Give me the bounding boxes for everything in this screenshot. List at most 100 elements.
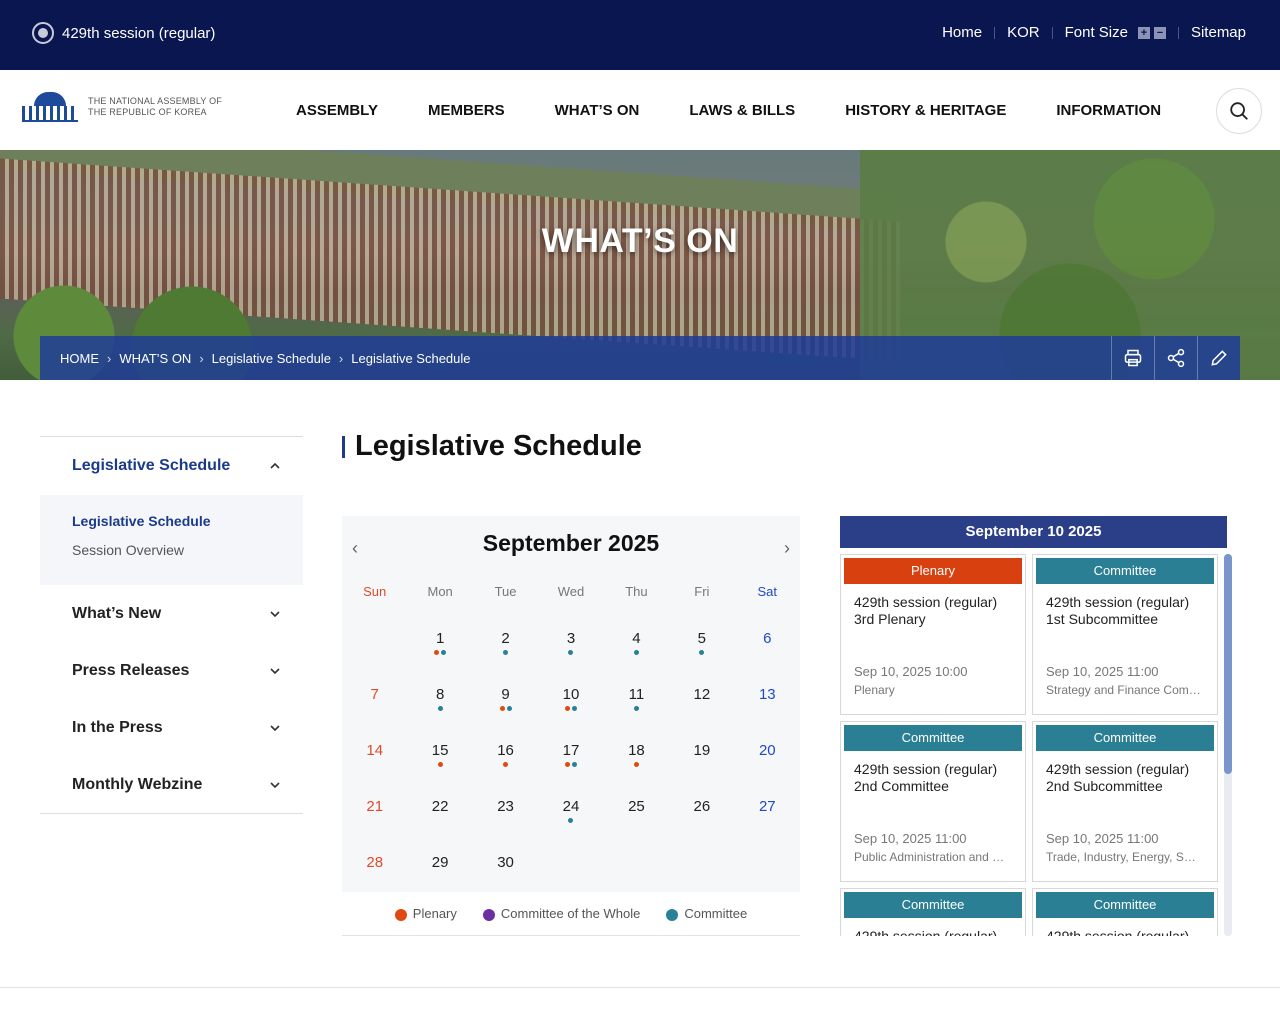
- event-dots: [473, 874, 538, 880]
- side-item-label: Press Releases: [72, 661, 190, 679]
- day-number: 14: [366, 742, 384, 759]
- font-size-controls: + −: [1136, 26, 1166, 39]
- side-item-press-releases[interactable]: Press Releases: [40, 642, 303, 699]
- scrollbar-thumb[interactable]: [1224, 554, 1232, 774]
- committee-dot: [568, 818, 574, 823]
- sub-item-legislative-schedule[interactable]: Legislative Schedule: [72, 513, 271, 542]
- calendar-day[interactable]: 3: [538, 616, 603, 672]
- schedule-card[interactable]: Committee 429th session (regular): [840, 888, 1026, 936]
- share-button[interactable]: [1154, 336, 1197, 380]
- event-dots: [604, 762, 669, 768]
- font-increase-button[interactable]: +: [1137, 26, 1150, 39]
- calendar-day[interactable]: 30: [473, 840, 538, 896]
- calendar-day[interactable]: 11: [604, 672, 669, 728]
- breadcrumb-legislative-schedule[interactable]: Legislative Schedule: [212, 351, 331, 366]
- calendar-day[interactable]: 15: [407, 728, 472, 784]
- language-link[interactable]: KOR: [1007, 24, 1040, 41]
- schedule-scrollbar[interactable]: [1224, 554, 1232, 936]
- nav-laws-bills[interactable]: LAWS & BILLS: [689, 102, 795, 119]
- weekday-label: Tue: [494, 584, 517, 599]
- hero-title: WHAT’S ON: [541, 222, 739, 260]
- calendar-day[interactable]: 5: [669, 616, 734, 672]
- side-item-in-the-press[interactable]: In the Press: [40, 699, 303, 756]
- side-item-whats-new[interactable]: What’s New: [40, 585, 303, 642]
- calendar-day[interactable]: 6: [735, 616, 800, 672]
- calendar-day[interactable]: 27: [735, 784, 800, 840]
- edit-button[interactable]: [1197, 336, 1240, 380]
- nav-members[interactable]: MEMBERS: [428, 102, 505, 119]
- print-button[interactable]: [1111, 336, 1154, 380]
- schedule-card[interactable]: Committee 429th session (regular) 1st Sub…: [1032, 554, 1218, 715]
- event-title: 429th session (regular) 3rd Plenary: [854, 594, 998, 627]
- calendar-day[interactable]: 20: [735, 728, 800, 784]
- side-item-monthly-webzine[interactable]: Monthly Webzine: [40, 756, 303, 813]
- calendar-day[interactable]: 10: [538, 672, 603, 728]
- calendar-day[interactable]: 7: [342, 672, 407, 728]
- breadcrumb-home[interactable]: HOME: [60, 351, 99, 366]
- calendar-day[interactable]: 4: [604, 616, 669, 672]
- calendar-day[interactable]: 9: [473, 672, 538, 728]
- committee-dot: [503, 650, 509, 655]
- event-title: 429th session (regular) 2nd Subcommittee: [1046, 761, 1190, 794]
- calendar-day[interactable]: 21: [342, 784, 407, 840]
- schedule-card[interactable]: Committee 429th session (regular) 1st: [1032, 888, 1218, 936]
- day-number: 17: [562, 742, 580, 759]
- calendar-day[interactable]: 2: [473, 616, 538, 672]
- nav-assembly[interactable]: ASSEMBLY: [296, 102, 378, 119]
- day-number: 28: [366, 854, 384, 871]
- calendar-day[interactable]: 16: [473, 728, 538, 784]
- font-decrease-button[interactable]: −: [1153, 26, 1166, 39]
- nav-information[interactable]: INFORMATION: [1056, 102, 1161, 119]
- calendar-day[interactable]: 25: [604, 784, 669, 840]
- calendar-day[interactable]: 22: [407, 784, 472, 840]
- event-dots: [342, 762, 407, 768]
- day-number: 1: [435, 630, 445, 647]
- calendar-day[interactable]: 29: [407, 840, 472, 896]
- event-dots: [473, 706, 538, 712]
- chevron-down-icon: [270, 724, 280, 731]
- empty-day: [342, 616, 407, 672]
- event-dots: [407, 650, 472, 656]
- day-number: 23: [497, 798, 514, 815]
- sitemap-link[interactable]: Sitemap: [1191, 24, 1246, 41]
- sub-item-session-overview[interactable]: Session Overview: [72, 542, 271, 571]
- event-dots: [669, 762, 734, 768]
- event-location: Trade, Industry, Energy, SMEs, ...: [1046, 850, 1214, 864]
- schedule-card[interactable]: Plenary 429th session (regular) 3rd Plena…: [840, 554, 1026, 715]
- breadcrumb-current[interactable]: Legislative Schedule: [351, 351, 470, 366]
- day-number: 20: [758, 742, 776, 759]
- site-logo[interactable]: THE NATIONAL ASSEMBLY OF THE REPUBLIC OF…: [20, 90, 222, 124]
- side-item-legislative-schedule[interactable]: Legislative Schedule: [40, 437, 303, 495]
- calendar-day[interactable]: 28: [342, 840, 407, 896]
- search-button[interactable]: [1216, 88, 1262, 134]
- calendar-day[interactable]: 23: [473, 784, 538, 840]
- schedule-card[interactable]: Committee 429th session (regular) 2nd Sub…: [1032, 721, 1218, 882]
- calendar-day[interactable]: 18: [604, 728, 669, 784]
- nav-whats-on[interactable]: WHAT’S ON: [555, 102, 640, 119]
- calendar-day[interactable]: 13: [735, 672, 800, 728]
- committee-dot: [568, 650, 574, 655]
- divider: [994, 26, 996, 39]
- calendar-day[interactable]: 24: [538, 784, 603, 840]
- calendar-day[interactable]: 1: [407, 616, 472, 672]
- calendar-day[interactable]: 17: [538, 728, 603, 784]
- calendar-day[interactable]: 8: [407, 672, 472, 728]
- calendar-day[interactable]: 12: [669, 672, 734, 728]
- legend-item: Committee of the Whole: [482, 906, 640, 935]
- calendar-day[interactable]: 26: [669, 784, 734, 840]
- next-month-button[interactable]: ›: [784, 538, 790, 559]
- breadcrumb-whats-on[interactable]: WHAT’S ON: [119, 351, 191, 366]
- committee-dot: [633, 650, 639, 655]
- calendar-day[interactable]: 14: [342, 728, 407, 784]
- day-number: 16: [497, 742, 514, 759]
- calendar-day[interactable]: 19: [669, 728, 734, 784]
- committee-tag: Committee: [844, 892, 1022, 918]
- plenary-dot: [564, 762, 570, 767]
- nav-history-heritage[interactable]: HISTORY & HERITAGE: [845, 102, 1006, 119]
- schedule-card[interactable]: Committee 429th session (regular) 2nd Com…: [840, 721, 1026, 882]
- home-link[interactable]: Home: [942, 24, 982, 41]
- page-tools: [1111, 336, 1240, 380]
- committee-dot: [633, 706, 639, 711]
- emblem-icon: [32, 22, 54, 44]
- day-number: 13: [758, 686, 776, 703]
